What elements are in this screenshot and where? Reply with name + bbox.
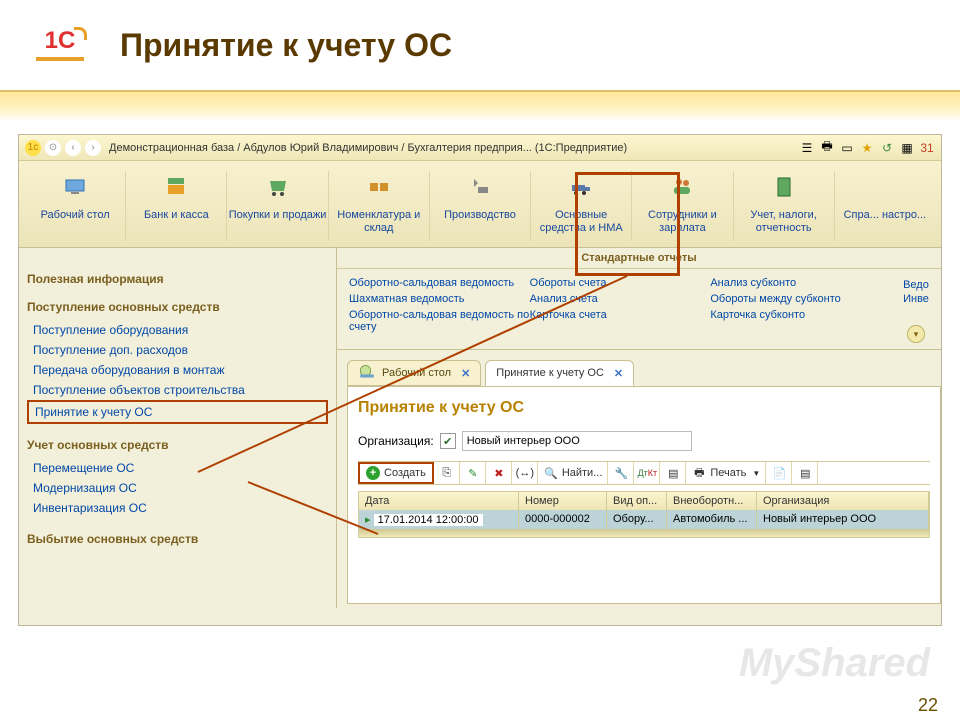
document-icon: 📄 [772,466,786,480]
report-link[interactable]: Шахматная ведомость [349,291,530,307]
wrench-icon: 🔧 [614,466,628,480]
expand-btn[interactable]: ▾ [907,325,925,343]
sidebar-link[interactable]: Инвентаризация ОС [27,498,328,518]
tab-desktop[interactable]: Рабочий стол ✕ [347,360,481,386]
section-reference[interactable]: Спра... настро... [835,171,935,241]
report-link[interactable]: Обороты между субконто [710,291,891,307]
sidebar-group-account: Учет основных средств [27,438,328,452]
report-link[interactable]: Карточка счета [530,307,711,323]
section-accounting[interactable]: Учет, налоги, отчетность [734,171,835,241]
search-icon: 🔍 [544,466,558,480]
section-nomenclature[interactable]: Номенклатура и склад [329,171,430,241]
report-link[interactable]: Анализ субконто [710,275,891,291]
org-input[interactable] [462,431,692,451]
slide-title: Принятие к учету ОС [120,29,452,61]
delete-button[interactable]: ✖ [487,462,512,484]
section-toolbar: Рабочий стол Банк и касса Покупки и прод… [19,161,941,248]
edit-button[interactable]: ✎ [461,462,486,484]
sidebar-useful[interactable]: Полезная информация [27,272,328,286]
section-desktop[interactable]: Рабочий стол [25,171,126,241]
sidebar-group-disposal: Выбытие основных средств [27,532,328,546]
print-button[interactable]: 🖶 Печать ▼ [687,462,766,484]
org-label: Организация: [358,434,434,448]
copy-button[interactable]: ⎘ [435,462,460,484]
print-icon[interactable]: 🖶 [818,139,836,157]
app-logo-icon: 1c [25,140,41,156]
screenshot-frame: 1c ⊙ ‹ › Демонстрационная база / Абдулов… [18,134,942,626]
report-link[interactable]: Оборотно-сальдовая ведомость по счету [349,307,530,335]
nav-back-icon[interactable]: ‹ [65,140,81,156]
titlebar-text: Демонстрационная база / Абдулов Юрий Вла… [109,142,627,154]
report-link[interactable]: Карточка субконто [710,307,891,323]
sidebar-link[interactable]: Модернизация ОС [27,478,328,498]
history-icon[interactable]: ↺ [878,139,896,157]
table-row[interactable]: ▸ 17.01.2014 12:00:00 0000-000002 Обору.… [359,510,929,529]
window-icon[interactable]: ▭ [838,139,856,157]
col-org[interactable]: Организация [757,492,929,510]
tab-accept-os[interactable]: Принятие к учету ОС ✕ [485,360,634,386]
chevron-down-icon: ▼ [752,469,760,478]
interval-button[interactable]: (↔) [513,462,538,484]
lines-icon: ▤ [798,466,812,480]
tabs: Рабочий стол ✕ Принятие к учету ОС ✕ [337,350,941,386]
section-bank[interactable]: Банк и касса [126,171,227,241]
col-number[interactable]: Номер [519,492,607,510]
clear-filter-button[interactable]: 🔧 [609,462,634,484]
sidebar-link-accept-os[interactable]: Принятие к учету ОС [27,400,328,424]
document-panel: Принятие к учету ОС Организация: ✔ + Соз… [347,386,941,604]
list2-button[interactable]: ▤ [793,462,818,484]
sidebar: Полезная информация Поступление основных… [19,248,337,608]
doc-toolbar: + Создать ⎘ ✎ ✖ (↔) 🔍Найти... 🔧 ДтКт ▤ 🖶… [358,461,930,485]
delete-icon: ✖ [492,466,506,480]
desktop-icon [358,364,376,382]
copy-icon: ⎘ [440,466,454,480]
sidebar-link[interactable]: Передача оборудования в монтаж [27,360,328,380]
list-icon: ▤ [666,466,680,480]
status-icon: ▸ [365,514,371,526]
col-date[interactable]: Дата [359,492,519,510]
interval-icon: (↔) [518,466,532,480]
report-link[interactable]: Ведо [903,279,929,291]
more-button[interactable]: ▤ [661,462,686,484]
document-table: Дата Номер Вид оп... Внеоборотн... Орган… [358,491,930,538]
panel-title: Принятие к учету ОС [358,399,930,417]
highlight-fixed-assets [575,172,680,276]
dtkt-icon: ДтКт [640,466,654,480]
logo-1c: 1C [30,15,90,75]
sidebar-link[interactable]: Поступление оборудования [27,320,328,340]
window-titlebar: 1c ⊙ ‹ › Демонстрационная база / Абдулов… [19,135,941,161]
section-purchases[interactable]: Покупки и продажи [227,171,328,241]
fav-icon[interactable]: ★ [858,139,876,157]
watermark: MyShared [739,641,930,686]
org-checkbox[interactable]: ✔ [440,433,456,449]
page-number: 22 [918,695,938,716]
col-asset[interactable]: Внеоборотн... [667,492,757,510]
calc-icon[interactable]: ▦ [898,139,916,157]
nav-fwd-icon[interactable]: › [85,140,101,156]
plus-icon: + [366,466,380,480]
sidebar-group-receipt: Поступление основных средств [27,300,328,314]
print-icon: 🖶 [692,466,706,480]
doc-button[interactable]: 📄 [767,462,792,484]
sidebar-link[interactable]: Поступление доп. расходов [27,340,328,360]
col-operation[interactable]: Вид оп... [607,492,667,510]
calendar-icon[interactable]: 31 [918,139,936,157]
sidebar-link[interactable]: Перемещение ОС [27,458,328,478]
create-button[interactable]: + Создать [358,462,434,484]
report-link[interactable]: Обороты счета [530,275,711,291]
nav-circle-icon[interactable]: ⊙ [45,140,61,156]
dropdown-icon[interactable]: ☰ [798,139,816,157]
pencil-icon: ✎ [466,466,480,480]
report-link[interactable]: Анализ счета [530,291,711,307]
report-link[interactable]: Оборотно-сальдовая ведомость [349,275,530,291]
report-link[interactable]: Инве [903,293,929,305]
close-icon[interactable]: ✕ [461,367,470,380]
dtkt-button[interactable]: ДтКт [635,462,660,484]
close-icon[interactable]: ✕ [614,367,623,380]
reports-grid: Оборотно-сальдовая ведомость Шахматная в… [337,269,941,350]
sidebar-link[interactable]: Поступление объектов строительства [27,380,328,400]
find-button[interactable]: 🔍Найти... [539,462,609,484]
section-production[interactable]: Производство [430,171,531,241]
